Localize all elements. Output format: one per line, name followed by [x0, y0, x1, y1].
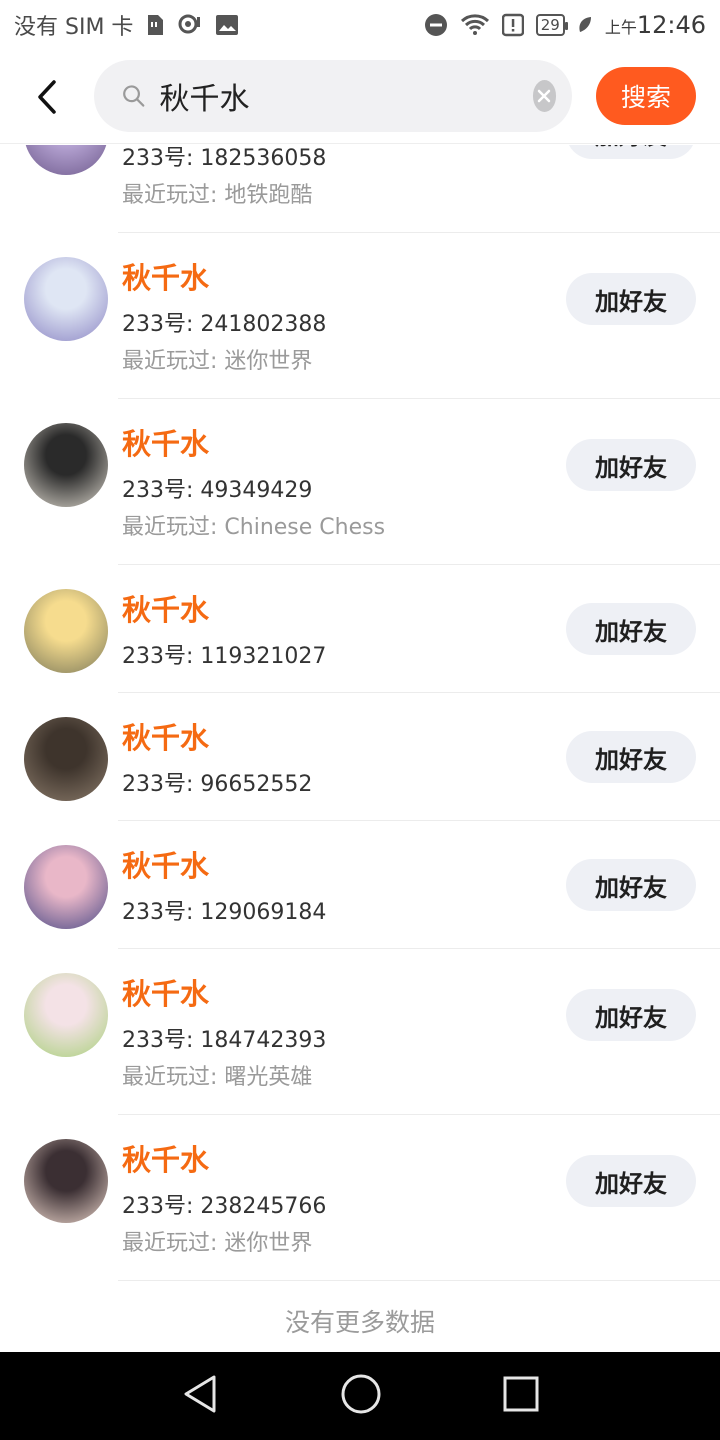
search-icon [123, 85, 145, 107]
recently-played: 最近玩过: Chinese Chess [122, 515, 386, 540]
nav-back-button[interactable] [180, 1373, 220, 1419]
system-nav-bar [0, 1352, 720, 1440]
back-button[interactable] [0, 50, 94, 144]
wifi-icon [460, 13, 490, 37]
add-friend-button[interactable]: 加好友 [566, 603, 696, 655]
carrier-text: 没有 SIM 卡 [14, 15, 134, 40]
battery-level: 29 [540, 16, 560, 34]
user-id: 233号: 241802388 [122, 312, 327, 337]
result-item[interactable]: 秋千水 233号: 184742393 最近玩过: 曙光英雄 加好友 [0, 949, 720, 1115]
location-icon [177, 13, 203, 37]
user-name: 秋千水 [122, 427, 210, 461]
avatar[interactable] [24, 589, 108, 673]
status-bar: 没有 SIM 卡 29 上午12:46 [0, 0, 720, 50]
avatar[interactable] [24, 145, 108, 175]
avatar[interactable] [24, 423, 108, 507]
recently-played: 最近玩过: 曙光英雄 [122, 1065, 313, 1090]
nav-recents-button[interactable] [502, 1375, 540, 1417]
add-friend-button[interactable]: 加好友 [566, 989, 696, 1041]
image-icon [215, 14, 239, 36]
user-id: 233号: 49349429 [122, 478, 313, 503]
time-prefix: 上午 [604, 18, 637, 37]
clock: 上午12:46 [605, 11, 706, 39]
user-name: 秋千水 [122, 593, 210, 627]
sim-card-icon [145, 13, 165, 37]
leaf-icon [577, 15, 593, 35]
recently-played: 最近玩过: 迷你世界 [122, 349, 313, 374]
avatar[interactable] [24, 845, 108, 929]
close-icon [538, 89, 551, 103]
user-id: 233号: 119321027 [122, 644, 327, 669]
user-id: 233号: 238245766 [122, 1194, 327, 1219]
avatar[interactable] [24, 1139, 108, 1223]
result-item[interactable]: 秋千水 233号: 241802388 最近玩过: 迷你世界 加好友 [0, 233, 720, 399]
status-right: 29 上午12:46 [424, 11, 706, 39]
nav-home-button[interactable] [340, 1373, 382, 1419]
add-friend-button[interactable]: 加好友 [566, 731, 696, 783]
add-friend-button[interactable]: 加好友 [566, 145, 696, 159]
add-friend-button[interactable]: 加好友 [566, 439, 696, 491]
user-id: 233号: 129069184 [122, 900, 327, 925]
do-not-disturb-icon [424, 13, 448, 37]
search-input[interactable] [159, 78, 533, 114]
result-item[interactable]: 秋千水 233号: 238245766 最近玩过: 迷你世界 加好友 [0, 1115, 720, 1281]
square-recents-icon [503, 1376, 539, 1412]
status-left: 没有 SIM 卡 [14, 9, 239, 41]
result-item[interactable]: 秋千水 233号: 96652552 加好友 [0, 693, 720, 821]
avatar[interactable] [24, 717, 108, 801]
alert-icon [501, 13, 524, 37]
search-button[interactable]: 搜索 [596, 67, 696, 125]
clear-search-button[interactable] [532, 80, 556, 112]
avatar[interactable] [24, 973, 108, 1057]
user-name: 秋千水 [122, 977, 210, 1011]
search-results-list[interactable]: 秋千水233号: 182536058最近玩过: 地铁跑酷加好友秋千水233号: … [0, 145, 720, 1352]
results-container: 秋千水233号: 182536058最近玩过: 地铁跑酷加好友秋千水233号: … [0, 145, 720, 1352]
add-friend-button[interactable]: 加好友 [566, 273, 696, 325]
recently-played: 最近玩过: 迷你世界 [122, 1231, 313, 1256]
user-id: 233号: 184742393 [122, 1028, 327, 1053]
result-item[interactable]: 秋千水 233号: 119321027 加好友 [0, 565, 720, 693]
avatar[interactable] [24, 257, 108, 341]
result-item[interactable]: 秋千水 233号: 49349429 最近玩过: Chinese Chess 加好友 [0, 399, 720, 565]
circle-home-icon [341, 1374, 381, 1414]
user-name: 秋千水 [122, 721, 210, 755]
recently-played: 最近玩过: 地铁跑酷 [122, 183, 313, 208]
user-id: 233号: 182536058 [122, 146, 327, 171]
no-more-data-text: 没有更多数据 [284, 1308, 435, 1337]
battery-indicator: 29 [535, 14, 568, 36]
user-id: 233号: 96652552 [122, 772, 313, 797]
result-item[interactable]: 秋千水233号: 182536058最近玩过: 地铁跑酷加好友 [0, 145, 720, 233]
user-name: 秋千水 [122, 261, 210, 295]
add-friend-button[interactable]: 加好友 [566, 1155, 696, 1207]
user-name: 秋千水 [122, 849, 210, 883]
time-value: 12:46 [636, 11, 706, 39]
add-friend-button[interactable]: 加好友 [566, 859, 696, 911]
back-arrow-icon [38, 79, 56, 114]
result-item[interactable]: 秋千水 233号: 129069184 加好友 [0, 821, 720, 949]
triangle-back-icon [184, 1375, 216, 1413]
search-box[interactable] [94, 60, 572, 132]
search-header: 搜索 [0, 50, 720, 144]
user-name: 秋千水 [122, 1143, 210, 1177]
